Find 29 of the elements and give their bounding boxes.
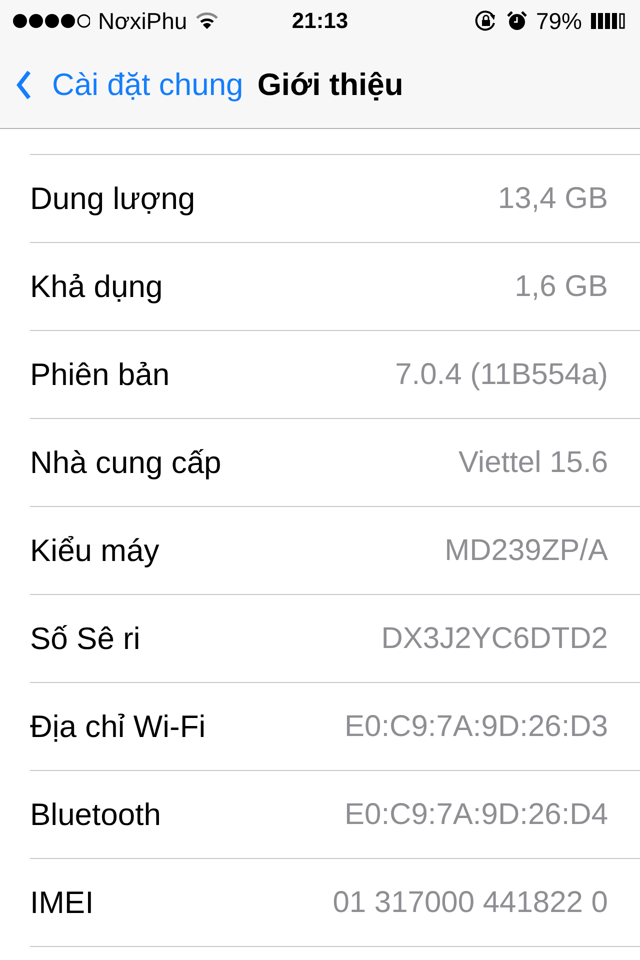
page-title: Giới thiệu xyxy=(257,67,404,103)
row-label: Phiên bản xyxy=(30,356,170,392)
alarm-icon xyxy=(506,10,528,32)
row-label: Bluetooth xyxy=(30,796,161,832)
row-label: Khả dụng xyxy=(30,268,163,304)
wifi-icon xyxy=(195,12,220,30)
back-chevron-icon xyxy=(16,70,32,100)
row-value: 7.0.4 (11B554a) xyxy=(395,358,608,392)
row-label: Nhà cung cấp xyxy=(30,444,222,480)
battery-percent: 79% xyxy=(536,8,582,34)
status-time: 21:13 xyxy=(292,8,348,34)
row-label: Kiểu máy xyxy=(30,532,160,568)
row-label: IMEI xyxy=(30,884,94,920)
row-value: 1,6 GB xyxy=(514,270,608,304)
back-button[interactable]: Cài đặt chung xyxy=(16,67,244,103)
row-value: Viettel 15.6 xyxy=(458,446,608,480)
battery-icon xyxy=(590,12,628,30)
row-value: MD239ZP/A xyxy=(444,534,608,568)
row-value: 01 317000 441822 0 xyxy=(332,886,608,920)
carrier-name: NơxiPhu xyxy=(98,8,188,34)
row-label: Dung lượng xyxy=(30,180,196,216)
row-value: 13,4 GB xyxy=(498,182,608,216)
row-value: E0:C9:7A:9D:26:D4 xyxy=(344,798,608,832)
row-label: Số Sê ri xyxy=(30,620,140,656)
row-value: DX3J2YC6DTD2 xyxy=(381,622,608,656)
signal-icon xyxy=(12,13,90,29)
row-value: E0:C9:7A:9D:26:D3 xyxy=(344,710,608,744)
row-label: Địa chỉ Wi-Fi xyxy=(30,708,206,744)
rotation-lock-icon xyxy=(474,10,498,32)
